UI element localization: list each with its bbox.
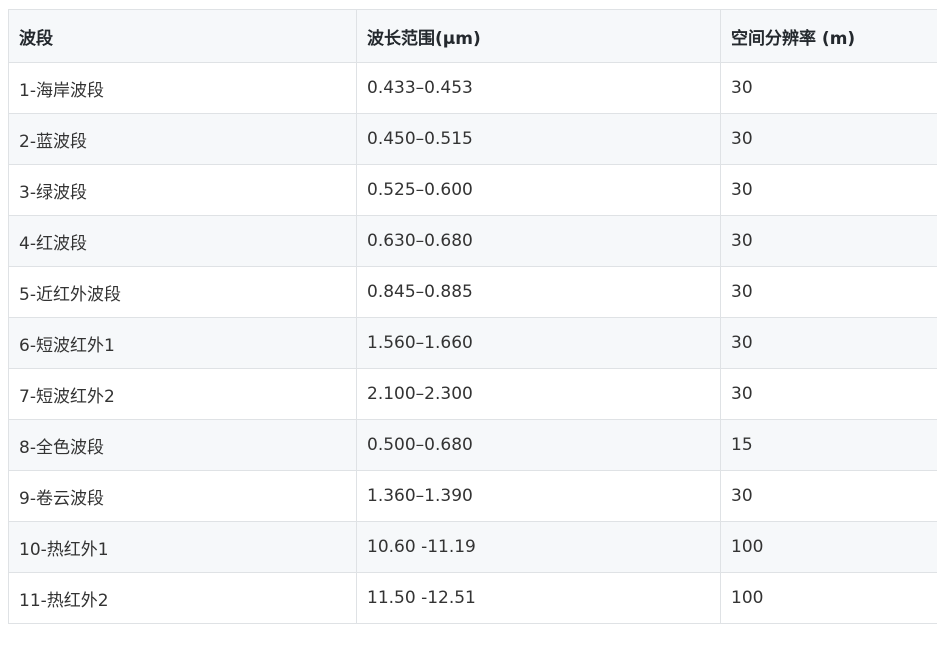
band-cell: 11-热红外2	[8, 572, 357, 624]
wavelength-cell: 0.450–0.515	[356, 113, 721, 165]
band-cell: 9-卷云波段	[8, 470, 357, 522]
band-cell: 5-近红外波段	[8, 266, 357, 318]
resolution-cell: 30	[720, 164, 937, 216]
band-cell: 8-全色波段	[8, 419, 357, 471]
wavelength-cell: 1.360–1.390	[356, 470, 721, 522]
band-cell: 6-短波红外1	[8, 317, 357, 369]
band-cell: 1-海岸波段	[8, 62, 357, 114]
header-wavelength: 波长范围(μm)	[356, 9, 721, 63]
table-header-row: 波段 波长范围(μm) 空间分辨率 (m)	[8, 9, 937, 63]
resolution-cell: 30	[720, 317, 937, 369]
table-row: 4-红波段 0.630–0.680 30	[8, 215, 937, 267]
resolution-cell: 30	[720, 368, 937, 420]
table-row: 1-海岸波段 0.433–0.453 30	[8, 62, 937, 114]
table-row: 5-近红外波段 0.845–0.885 30	[8, 266, 937, 318]
table-row: 11-热红外2 11.50 -12.51 100	[8, 572, 937, 624]
table-row: 7-短波红外2 2.100–2.300 30	[8, 368, 937, 420]
band-table-container: 波段 波长范围(μm) 空间分辨率 (m) 1-海岸波段 0.433–0.453…	[8, 9, 937, 624]
table-row: 9-卷云波段 1.360–1.390 30	[8, 470, 937, 522]
table-row: 3-绿波段 0.525–0.600 30	[8, 164, 937, 216]
header-resolution: 空间分辨率 (m)	[720, 9, 937, 63]
resolution-cell: 30	[720, 215, 937, 267]
band-cell: 4-红波段	[8, 215, 357, 267]
wavelength-cell: 1.560–1.660	[356, 317, 721, 369]
band-cell: 7-短波红外2	[8, 368, 357, 420]
table-row: 10-热红外1 10.60 -11.19 100	[8, 521, 937, 573]
table-row: 8-全色波段 0.500–0.680 15	[8, 419, 937, 471]
resolution-cell: 30	[720, 470, 937, 522]
wavelength-cell: 11.50 -12.51	[356, 572, 721, 624]
resolution-cell: 15	[720, 419, 937, 471]
resolution-cell: 30	[720, 62, 937, 114]
band-cell: 10-热红外1	[8, 521, 357, 573]
resolution-cell: 30	[720, 266, 937, 318]
wavelength-cell: 0.500–0.680	[356, 419, 721, 471]
wavelength-cell: 10.60 -11.19	[356, 521, 721, 573]
resolution-cell: 30	[720, 113, 937, 165]
wavelength-cell: 0.845–0.885	[356, 266, 721, 318]
wavelength-cell: 0.630–0.680	[356, 215, 721, 267]
table-row: 2-蓝波段 0.450–0.515 30	[8, 113, 937, 165]
band-cell: 3-绿波段	[8, 164, 357, 216]
wavelength-cell: 0.525–0.600	[356, 164, 721, 216]
header-band: 波段	[8, 9, 357, 63]
wavelength-cell: 0.433–0.453	[356, 62, 721, 114]
band-cell: 2-蓝波段	[8, 113, 357, 165]
wavelength-cell: 2.100–2.300	[356, 368, 721, 420]
table-row: 6-短波红外1 1.560–1.660 30	[8, 317, 937, 369]
resolution-cell: 100	[720, 521, 937, 573]
band-table: 波段 波长范围(μm) 空间分辨率 (m) 1-海岸波段 0.433–0.453…	[8, 9, 937, 624]
resolution-cell: 100	[720, 572, 937, 624]
